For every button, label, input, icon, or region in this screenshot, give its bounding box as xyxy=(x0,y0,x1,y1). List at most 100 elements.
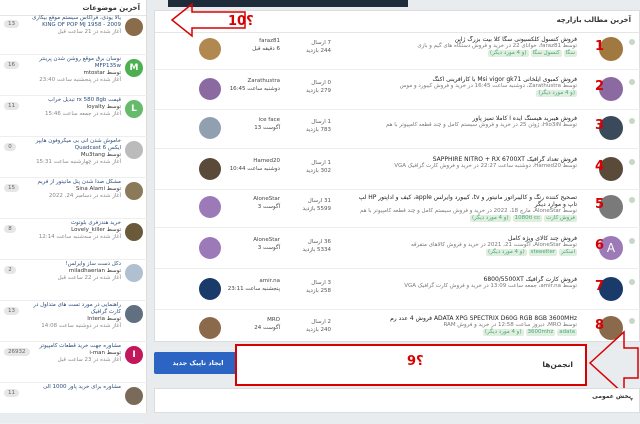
last-post-info: Zarathustra دوشنبه ساعت 16:45 xyxy=(225,77,280,93)
view-count: 258 بازدید xyxy=(306,288,331,294)
last-post-avatar[interactable] xyxy=(199,158,221,180)
topic-title-link[interactable]: قیمت rx 580 8gb تبدیل خراب xyxy=(22,97,121,104)
avatar[interactable] xyxy=(125,264,143,282)
last-post-avatar[interactable] xyxy=(199,78,221,100)
thread-meta: توسط Hamed20، دوشنبه ساعت 22:27 در خرید … xyxy=(394,163,577,169)
topic-title-link[interactable]: یالا یودی، فراکاس سیستم موقع بیکاری KING… xyxy=(22,15,121,29)
sidebar-topic-item[interactable]: خاموش شدن آنی بی میکروفون هایپر ایکس 6 Q… xyxy=(0,135,147,178)
latest-topics-sidebar: آخرین موضوعات یالا یودی، فراکاس سیستم مو… xyxy=(0,0,147,424)
marketplace-row[interactable]: فروش تعداد گرافیک SAPPHIRE NITRO + RX 67… xyxy=(155,153,640,190)
topic-title-link[interactable]: مشاوره برای خرید پاور 1000 الی xyxy=(22,384,121,391)
general-section-header[interactable]: بخش عمومی ▾ xyxy=(154,388,640,413)
sidebar-topic-item[interactable]: راهنمایی در مورد تست های متداول در کارت … xyxy=(0,299,147,342)
topic-author: توسط Lovely_killer xyxy=(71,227,121,233)
tag-chip[interactable]: adata xyxy=(557,329,577,336)
new-topic-button[interactable]: ایجاد تاپیک جدید xyxy=(154,352,242,374)
avatar[interactable] xyxy=(125,223,143,241)
avatar[interactable] xyxy=(125,182,143,200)
thread-title-link[interactable]: ADATA XPG SPECTRIX D60G RGB 8GB 3600MHz … xyxy=(357,315,577,322)
sidebar-topic-text: مشکل صدا شدن پنل مانیتور از فریم توسط Sin… xyxy=(22,179,121,215)
reply-count-badge: 15 xyxy=(4,184,19,192)
topic-title-link[interactable]: خرید هندزفری بلوتوث xyxy=(22,220,121,227)
topic-title-link[interactable]: خاموش شدن آنی بی میکروفون هایپر ایکس 6 Q… xyxy=(22,138,121,152)
tag-chip[interactable]: کنسول سگا xyxy=(530,50,562,57)
thread-title-link[interactable]: فروش کارت گرافیک 6800/5500XT xyxy=(357,276,577,283)
last-post-user[interactable]: ice face xyxy=(225,116,280,124)
topic-meta: آغاز شده در دسامبر 24, 2022 xyxy=(48,193,121,199)
topic-title-link[interactable]: نوسان برق موقع روشن شدن پرینتر MFP135w xyxy=(22,56,121,70)
avatar[interactable] xyxy=(125,305,143,323)
last-post-avatar[interactable] xyxy=(199,117,221,139)
marketplace-row[interactable]: فروش کمبوی ایلخانی Msi vigor gk71 با کار… xyxy=(155,73,640,110)
topic-title-link[interactable]: مشکل صدا شدن پنل مانیتور از فریم xyxy=(22,179,121,186)
last-post-avatar[interactable] xyxy=(199,278,221,300)
avatar[interactable] xyxy=(125,141,143,159)
sidebar-topic-item[interactable]: مشکل صدا شدن پنل مانیتور از فریم توسط Sin… xyxy=(0,176,147,219)
thread-title-link[interactable]: فروش چند کالای ویژه کامل xyxy=(357,235,577,242)
tag-chip[interactable]: (و 4 مورد دیگر) xyxy=(485,249,527,256)
forums-header-box[interactable]: انجمن‌ها 9؟ xyxy=(235,344,587,386)
avatar[interactable] xyxy=(125,18,143,36)
avatar[interactable]: L xyxy=(125,100,143,118)
row-main: فروش چند کالای ویژه کامل توسط AloneStar، … xyxy=(357,235,577,267)
last-post-avatar[interactable] xyxy=(199,196,221,218)
marketplace-row[interactable]: فروش کارت گرافیک 6800/5500XT توسط amir.na… xyxy=(155,273,640,310)
avatar[interactable]: I xyxy=(125,346,143,364)
tag-chip[interactable]: 3600mhz xyxy=(525,329,556,336)
topic-title-link[interactable]: راهنمایی در مورد تست های متداول در کارت … xyxy=(22,302,121,316)
topic-author: توسط mtostar xyxy=(83,70,122,76)
marketplace-row[interactable]: A فروش چند کالای ویژه کامل توسط AloneStar،… xyxy=(155,232,640,269)
last-post-time: آگوست 3 xyxy=(257,245,280,251)
topic-title-link[interactable]: دکل دست ساز وایرلس! xyxy=(22,261,121,268)
thread-stats: 31 ارسال 5599 بازدید xyxy=(283,197,331,213)
marketplace-row[interactable]: فروش هیبرید هیسنگ ایده آ کاملا تمیز پاور… xyxy=(155,112,640,149)
tag-chip[interactable]: (و 4 مورد دیگر) xyxy=(482,329,524,336)
last-post-user[interactable]: amir.na xyxy=(225,277,280,285)
sidebar-topic-item[interactable]: یالا یودی، فراکاس سیستم موقع بیکاری KING… xyxy=(0,12,147,55)
tag-chip[interactable]: فروش کارت xyxy=(544,215,577,222)
last-post-info: MRO آگوست 24 xyxy=(225,316,280,332)
tag-chip[interactable]: (و 4 مورد دیگر) xyxy=(469,215,511,222)
row-main: ADATA XPG SPECTRIX D60G RGB 8GB 3600MHz … xyxy=(357,315,577,347)
last-post-user[interactable]: Zarathustra xyxy=(225,77,280,85)
last-post-user[interactable]: Hamed20 xyxy=(225,157,280,165)
topic-meta: آغاز شده در 22 ساعت قبل xyxy=(57,275,121,281)
thread-title-link[interactable]: فروش کمبوی ایلخانی Msi vigor gk71 با کار… xyxy=(357,76,577,83)
last-post-user[interactable]: AloneStar xyxy=(225,195,280,203)
last-post-avatar[interactable] xyxy=(199,317,221,339)
thread-title-link[interactable]: فروش کنسول کلکسیونی سگا کلا بیت بزرگ ژاپ… xyxy=(357,36,577,43)
last-post-time: دوشنبه ساعت 16:45 xyxy=(229,86,280,92)
avatar[interactable]: M xyxy=(125,59,143,77)
sidebar-topic-item[interactable]: مشاوره برای خرید پاور 1000 الی 11 xyxy=(0,381,147,424)
chevron-down-icon[interactable]: ▾ xyxy=(630,396,633,403)
thread-title-link[interactable]: فروش هیبرید هیسنگ ایده آ کاملا تمیز پاور xyxy=(357,115,577,122)
tag-chip[interactable]: (و 4 مورد دیگر) xyxy=(487,50,529,57)
annotation-number: 6 xyxy=(595,238,605,253)
last-post-time: دوشنبه ساعت 10:44 xyxy=(229,166,280,172)
thread-title-link[interactable]: تصحیح کننده رنگ و کالیبراتور مانیتور و t… xyxy=(357,194,577,208)
unread-dot-icon xyxy=(629,238,635,244)
annotation-number: 5 xyxy=(595,197,605,212)
sidebar-topic-item[interactable]: M نوسان برق موقع روشن شدن پرینتر MFP135w ت… xyxy=(0,53,147,96)
thread-meta: توسط AloneStar، آگوست 21، 2021 در خرید و… xyxy=(410,242,577,248)
tag-chip[interactable]: steeelter xyxy=(528,249,558,256)
sidebar-topic-item[interactable]: L قیمت rx 580 8gb تبدیل خراب توسط loyalty آ… xyxy=(0,94,147,137)
sidebar-topic-item[interactable]: خرید هندزفری بلوتوث توسط Lovely_killer آغا… xyxy=(0,217,147,260)
topic-meta: آغاز شده در دوشنبه ساعت 14:08 xyxy=(41,323,121,329)
tag-chip[interactable]: سگا xyxy=(563,50,577,57)
last-post-user[interactable]: AloneStar xyxy=(225,236,280,244)
last-post-avatar[interactable] xyxy=(199,237,221,259)
reply-count-badge: 16 xyxy=(4,61,19,69)
thread-title-link[interactable]: فروش تعداد گرافیک SAPPHIRE NITRO + RX 67… xyxy=(357,156,577,163)
tag-chip[interactable]: 1080ti cc xyxy=(512,215,543,222)
last-post-time: آگوست 3 xyxy=(257,204,280,210)
tag-chip[interactable]: اسکنر xyxy=(559,249,577,256)
avatar[interactable] xyxy=(125,387,143,405)
sidebar-topic-item[interactable]: I مشاوره جهت خرید قطعات کامپیوتر توسط i-ma… xyxy=(0,340,147,383)
tag-chip[interactable]: (و 4 مورد دیگر) xyxy=(536,90,577,97)
topic-title-link[interactable]: مشاوره جهت خرید قطعات کامپیوتر xyxy=(22,343,121,350)
sidebar-topic-item[interactable]: دکل دست ساز وایرلس! توسط miladhaerian آغاز… xyxy=(0,258,147,301)
marketplace-row[interactable]: تصحیح کننده رنگ و کالیبراتور مانیتور و t… xyxy=(155,191,640,228)
last-post-avatar[interactable] xyxy=(199,38,221,60)
last-post-user[interactable]: MRO xyxy=(225,316,280,324)
